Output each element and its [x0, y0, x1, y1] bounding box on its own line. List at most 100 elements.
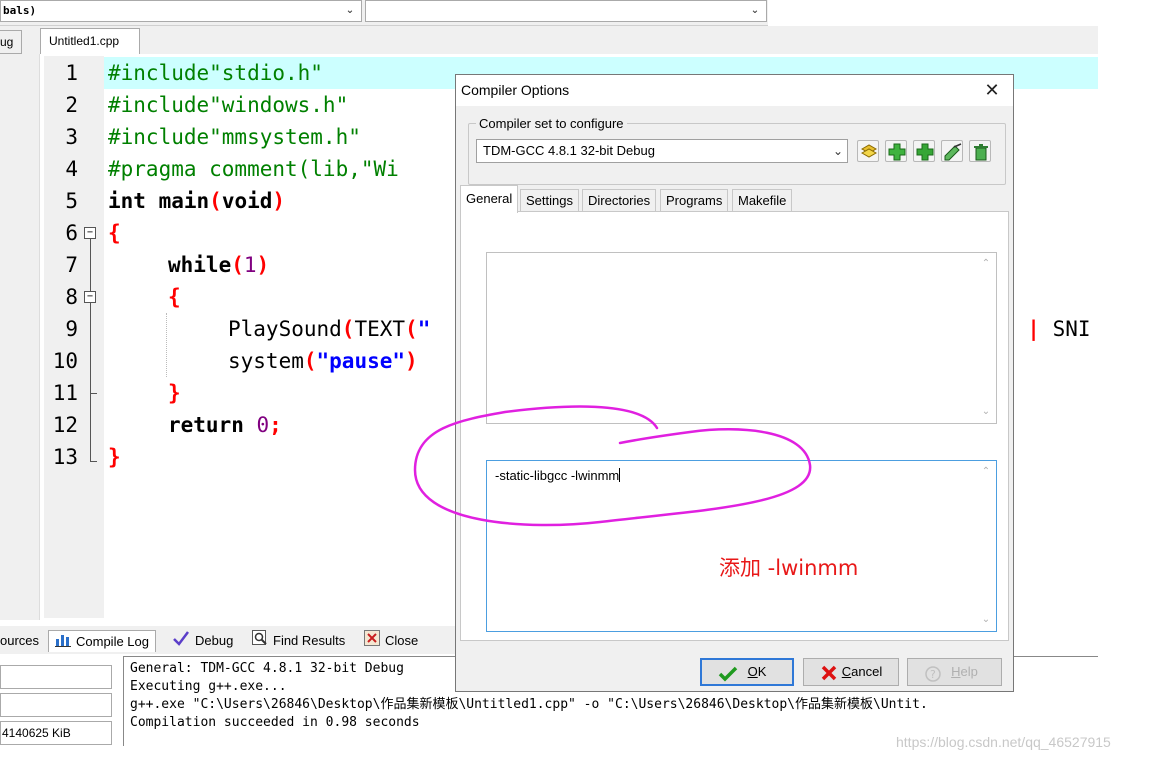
line-number: 6 — [65, 221, 78, 245]
line-number: 12 — [52, 413, 78, 437]
line-number: 7 — [65, 253, 78, 277]
find-icon — [252, 630, 268, 653]
linker-options-text: -static-libgcc -lwinmm — [495, 468, 621, 483]
tab-resources[interactable]: ources — [0, 630, 39, 652]
project-panel — [0, 54, 40, 620]
compiler-set-select[interactable]: TDM-GCC 4.8.1 32-bit Debug ⌄ — [476, 139, 848, 163]
code-line-2: #include"windows.h" — [108, 93, 349, 117]
compiler-set-value: TDM-GCC 4.8.1 32-bit Debug — [483, 143, 655, 158]
line-number: 11 — [52, 381, 78, 405]
tab-compile-log[interactable]: Compile Log — [48, 630, 156, 652]
cancel-button[interactable]: Cancel — [803, 658, 899, 686]
code-line-7: while(1) — [168, 253, 270, 277]
code-line-11: } — [168, 381, 181, 405]
ok-button[interactable]: OK — [700, 658, 794, 686]
annotation-note: 添加 -lwinmm — [719, 556, 859, 580]
line-number: 1 — [65, 61, 78, 85]
compile-options-memo[interactable]: ⌃ ⌄ — [486, 252, 997, 424]
function-combo[interactable]: ⌄ — [365, 0, 767, 22]
add-compiler-set-button[interactable] — [885, 140, 907, 162]
add-folder-compiler-set-button[interactable] — [913, 140, 935, 162]
line-number: 4 — [65, 157, 78, 181]
tab-debug-panel[interactable]: ug — [0, 30, 22, 54]
plus-icon — [888, 143, 906, 161]
line-number: 5 — [65, 189, 78, 213]
code-line-3: #include"mmsystem.h" — [108, 125, 361, 149]
memory-usage-field: 4140625 KiB — [0, 721, 112, 745]
toolbar-empty-area — [768, 0, 1098, 26]
indent-guide — [166, 313, 167, 377]
rename-icon — [944, 143, 962, 161]
code-line-13: } — [108, 445, 121, 469]
status-field — [0, 665, 112, 689]
plus-icon — [916, 143, 934, 161]
help-icon: ? — [925, 666, 941, 682]
dialog-title: Compiler Options — [461, 82, 570, 98]
tab-makefile[interactable]: Makefile — [732, 189, 793, 212]
trash-icon — [974, 144, 988, 161]
bottom-tab-strip: ources Compile Log Debug Find Results Cl… — [0, 626, 460, 654]
scroll-down-icon[interactable]: ⌄ — [980, 615, 992, 625]
dialog-title-bar[interactable]: Compiler Options ✕ — [456, 75, 1013, 106]
chevron-down-icon[interactable]: ⌄ — [343, 1, 357, 21]
bar-chart-icon — [55, 632, 71, 654]
scroll-up-icon[interactable]: ⌃ — [980, 467, 992, 477]
log-line: General: TDM-GCC 4.8.1 32-bit Debug — [130, 661, 404, 676]
scroll-up-icon[interactable]: ⌃ — [980, 259, 992, 269]
tab-close[interactable]: Close — [364, 630, 418, 652]
code-line-8: { — [168, 285, 181, 309]
status-field — [0, 693, 112, 717]
code-line-10: system("pause") — [228, 349, 418, 373]
editor-tab-strip: ug Untitled1.cpp — [0, 26, 1098, 54]
compiler-set-label: Compiler set to configure — [476, 116, 627, 131]
line-number: 13 — [52, 445, 78, 469]
code-line-5: int main(void) — [108, 189, 286, 213]
code-line-6: { — [108, 221, 121, 245]
tab-debug[interactable]: Debug — [172, 630, 233, 652]
code-line-9: PlaySound(TEXT(" — [228, 317, 431, 341]
tab-settings[interactable]: Settings — [520, 189, 579, 212]
tab-general[interactable]: General — [460, 185, 519, 213]
fold-end-tick — [90, 461, 97, 462]
scroll-down-icon[interactable]: ⌄ — [980, 407, 992, 417]
checkmark-icon — [718, 666, 738, 682]
line-number: 2 — [65, 93, 78, 117]
chevron-down-icon[interactable]: ⌄ — [748, 1, 762, 21]
watermark: https://blog.csdn.net/qq_46527915 — [896, 734, 1111, 750]
chevron-down-icon[interactable]: ⌄ — [833, 140, 843, 162]
code-line-9-tail: C | SNI — [1002, 317, 1091, 341]
fold-toggle-icon[interactable]: − — [84, 291, 96, 303]
fold-end-tick — [90, 393, 97, 394]
scope-combo-value: bals) — [3, 4, 37, 17]
help-button[interactable]: ? Help — [907, 658, 1002, 686]
tab-programs[interactable]: Programs — [660, 189, 729, 212]
log-line: g++.exe "C:\Users\26846\Desktop\作品集新模板\U… — [130, 697, 928, 712]
log-line: Executing g++.exe... — [130, 679, 287, 694]
tab-directories[interactable]: Directories — [582, 189, 657, 212]
compiler-options-dialog: Compiler Options ✕ Compiler set to confi… — [455, 74, 1014, 692]
toolbar-strip: bals) ⌄ ⌄ — [0, 0, 768, 26]
checkmark-icon — [172, 630, 190, 653]
log-line: Compilation succeeded in 0.98 seconds — [130, 715, 420, 730]
rename-compiler-set-button[interactable] — [941, 140, 963, 162]
text-caret — [619, 468, 621, 482]
line-number: 10 — [52, 349, 78, 373]
scope-combo[interactable]: bals) ⌄ — [0, 0, 362, 22]
code-line-1: #include"stdio.h" — [108, 61, 323, 85]
copy-icon — [860, 144, 878, 158]
close-panel-icon — [364, 630, 380, 653]
line-number: 9 — [65, 317, 78, 341]
close-icon[interactable]: ✕ — [981, 79, 1003, 101]
linker-options-memo[interactable]: -static-libgcc -lwinmm ⌃ ⌄ — [486, 460, 997, 632]
tab-untitled1[interactable]: Untitled1.cpp — [40, 28, 140, 54]
copy-compiler-set-button[interactable] — [857, 140, 879, 162]
delete-compiler-set-button[interactable] — [969, 140, 991, 162]
options-tab-row: General Settings Directories Programs Ma… — [456, 185, 1013, 213]
fold-toggle-icon[interactable]: − — [84, 227, 96, 239]
close-icon — [821, 665, 837, 681]
fold-line — [90, 239, 91, 462]
svg-text:?: ? — [930, 668, 936, 681]
tab-find-results[interactable]: Find Results — [252, 630, 345, 652]
code-line-12: return 0; — [168, 413, 282, 437]
line-number: 8 — [65, 285, 78, 309]
